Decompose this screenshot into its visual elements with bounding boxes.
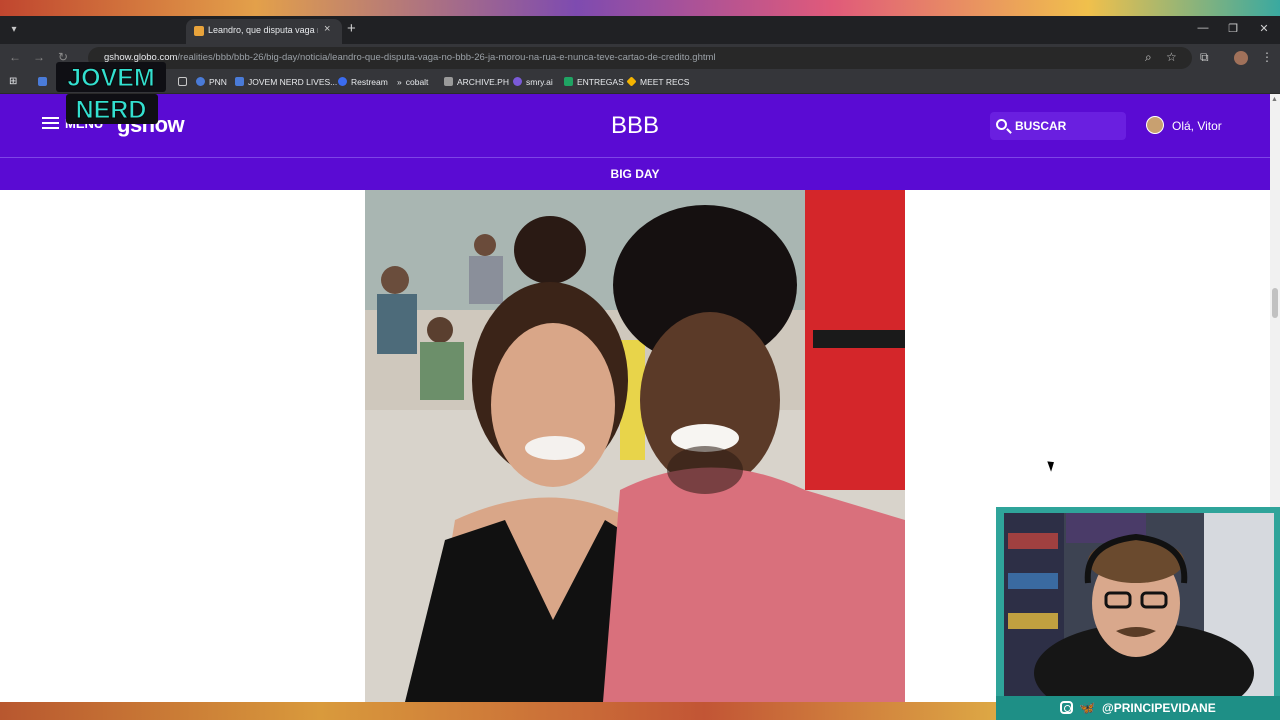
doc-icon [235,77,244,86]
browser-toolbar: ← → ↻ gshow.globo.com/realities/bbb/bbb-… [0,44,1280,72]
logo-word-nerd: NERD [76,96,147,124]
bookmark-entregas[interactable]: ENTREGAS [564,77,624,87]
logo-word-jovem: JOVEM [67,64,155,92]
extensions-icon[interactable]: ⧉ [1200,50,1209,65]
restream-icon [338,77,347,86]
bookmark-0[interactable] [38,77,51,87]
profile-avatar[interactable] [1234,51,1248,65]
browser-tab-active[interactable]: Leandro, que disputa vaga no B × [186,19,342,44]
minimize-button[interactable]: — [1193,22,1213,34]
back-arrow-icon[interactable]: ← [9,50,21,64]
bluesky-butterfly-icon: 🦋 [1079,700,1096,715]
article-photo [365,190,905,702]
selfie-photo-illustration [365,190,905,702]
mouse-cursor [1047,459,1057,472]
social-handle: @PRINCIPEVIDANE [1102,701,1216,715]
drive-icon [626,76,637,87]
streamer-webcam-illustration [1004,513,1274,696]
globe-icon [196,77,205,86]
user-avatar[interactable] [1146,116,1164,134]
url-text: gshow.globo.com/realities/bbb/bbb-26/big… [104,52,716,63]
webcam-video [1004,513,1274,696]
restore-button[interactable]: ❐ [1223,22,1243,35]
tab-close-icon[interactable]: × [324,23,330,35]
tab-favicon-icon [194,26,204,36]
subnav: BIG DAY [0,157,1270,190]
instagram-icon [1060,701,1073,714]
bookmark-meet-recs[interactable]: MEET RECS [626,76,689,87]
search-icon [996,119,1007,130]
stream-frame-top [0,0,1280,16]
search-button[interactable]: BUSCAR [990,112,1126,140]
smry-icon [513,77,522,86]
browser-menu-icon[interactable]: ⋮ [1261,50,1273,64]
archive-icon [444,77,453,86]
browser-tab-bar: ▾ Leandro, que disputa vaga no B × + — ❐… [0,16,1280,44]
bookmark-pnn[interactable]: PNN [196,77,227,87]
sheet-icon [564,77,573,86]
tab-list-button[interactable]: ▾ [6,22,22,38]
bookmark-archive[interactable]: ARCHIVE.PH [444,77,509,87]
jovem-nerd-logo: JOVEM NERD [43,12,179,128]
new-tab-button[interactable]: + [347,20,356,38]
address-bar[interactable]: gshow.globo.com/realities/bbb/bbb-26/big… [88,47,1192,69]
bookmark-restream[interactable]: Restream [338,77,388,87]
site-header: MENU gshow BBB BUSCAR Olá, Vitor [0,94,1270,157]
user-greeting[interactable]: Olá, Vitor [1172,119,1222,133]
chevrons-icon: » [397,77,402,87]
bookmarks-bar: ⊞ PNN JOVEM NERD LIVES... Restream » coba… [0,72,1280,94]
bookmark-1[interactable] [178,77,191,87]
bookmark-smry[interactable]: smry.ai [513,77,553,87]
bookmark-jovem-nerd-lives[interactable]: JOVEM NERD LIVES... [235,77,337,87]
scroll-up-arrow-icon[interactable]: ▲ [1271,96,1278,103]
subnav-big-day[interactable]: BIG DAY [0,167,1270,181]
tab-title: Leandro, que disputa vaga no B [208,25,318,35]
jovem-nerd-logo-art: JOVEM NERD [43,12,179,125]
bookmark-cobalt[interactable]: » cobalt [397,77,428,87]
window-close-button[interactable]: ✕ [1254,22,1274,35]
folder-icon [178,77,187,86]
forward-arrow-icon[interactable]: → [33,50,45,64]
bookmark-star-icon[interactable]: ☆ [1166,50,1177,64]
scroll-thumb[interactable] [1272,288,1278,318]
apps-grid-icon[interactable]: ⊞ [9,76,17,87]
social-handle-bar: 🦋 @PRINCIPEVIDANE [996,696,1280,720]
search-label: BUSCAR [1015,119,1067,133]
zoom-icon[interactable]: ⌕ [1145,50,1152,65]
webcam-overlay: 🦋 @PRINCIPEVIDANE [996,507,1280,720]
